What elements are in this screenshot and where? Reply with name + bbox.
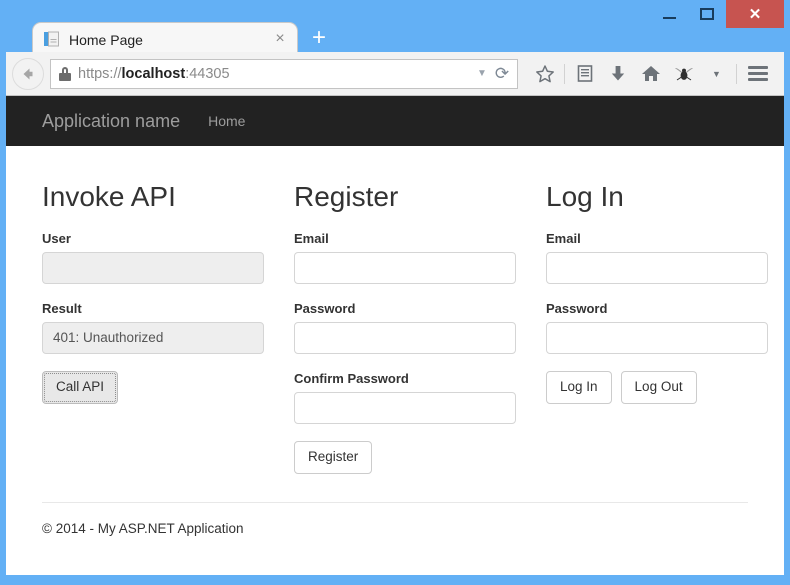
- url-bar[interactable]: https://localhost:44305 ▼ ⟳: [50, 58, 518, 89]
- tab-title: Home Page: [69, 31, 143, 48]
- new-tab-button[interactable]: +: [308, 26, 330, 50]
- toolbar-divider: [564, 63, 565, 84]
- label-register-email: Email: [294, 230, 329, 246]
- page-title-log-in: Log In: [546, 181, 624, 212]
- page-document-icon: [43, 31, 60, 48]
- browser-toolbar: https://localhost:44305 ▼ ⟳ ▼: [6, 52, 784, 96]
- downloads-icon[interactable]: [601, 59, 634, 89]
- window-controls: ✕: [650, 0, 784, 28]
- hamburger-menu-icon[interactable]: [740, 59, 776, 89]
- label-result: Result: [42, 300, 82, 316]
- bug-icon[interactable]: [667, 59, 700, 89]
- columns-row: Invoke API User Result 401: Unauthorized…: [42, 166, 768, 474]
- column-log-in: Log In Email Password Log In Log Out: [546, 166, 768, 474]
- column-invoke-api: Invoke API User Result 401: Unauthorized…: [42, 166, 264, 474]
- browser-window: Home Page × + ✕ https://localhost:44305 …: [0, 0, 790, 585]
- bookmark-star-icon[interactable]: [528, 59, 561, 89]
- reload-icon[interactable]: ⟳: [491, 64, 513, 84]
- page-container: Invoke API User Result 401: Unauthorized…: [6, 146, 784, 474]
- log-out-button[interactable]: Log Out: [620, 370, 697, 404]
- back-arrow-icon[interactable]: [12, 57, 44, 90]
- label-confirm-password: Confirm Password: [294, 370, 409, 386]
- copyright-text: © 2014 - My ASP.NET Application: [42, 520, 244, 536]
- login-email-field[interactable]: [546, 251, 768, 284]
- register-button[interactable]: Register: [294, 440, 373, 474]
- home-icon[interactable]: [634, 59, 667, 89]
- label-login-email: Email: [546, 230, 581, 246]
- toolbar-overflow-icon[interactable]: ▼: [700, 59, 733, 89]
- maximize-icon[interactable]: [688, 0, 726, 28]
- column-register: Register Email Password Confirm Password…: [294, 166, 516, 474]
- invoke-api-button-row: Call API: [42, 370, 264, 404]
- browser-tab[interactable]: Home Page ×: [32, 22, 298, 56]
- url-scheme: https://: [78, 65, 122, 82]
- call-api-button[interactable]: Call API: [42, 370, 119, 404]
- url-port: :44305: [185, 65, 230, 82]
- log-in-button[interactable]: Log In: [546, 370, 612, 404]
- minimize-icon[interactable]: [650, 0, 688, 28]
- register-password-field[interactable]: [294, 321, 516, 354]
- login-password-field[interactable]: [546, 321, 768, 354]
- toolbar-divider-2: [736, 63, 737, 84]
- result-input[interactable]: 401: Unauthorized: [42, 321, 264, 354]
- window-close-button[interactable]: ✕: [726, 0, 784, 28]
- page-footer: © 2014 - My ASP.NET Application: [42, 501, 748, 536]
- user-input[interactable]: [42, 251, 264, 284]
- page-title-register: Register: [294, 181, 399, 212]
- register-email-field[interactable]: [294, 251, 516, 284]
- page-title-invoke-api: Invoke API: [42, 181, 176, 212]
- url-text: https://localhost:44305: [78, 66, 473, 82]
- padlock-icon: [59, 66, 71, 81]
- titlebar: Home Page × + ✕: [6, 0, 784, 56]
- page-viewport: Application name Home Invoke API User Re…: [6, 96, 784, 575]
- label-login-password: Password: [546, 300, 608, 316]
- register-button-row: Register: [294, 440, 516, 474]
- label-user: User: [42, 230, 71, 246]
- sidebar-item-home[interactable]: Home: [208, 113, 245, 129]
- label-register-password: Password: [294, 300, 356, 316]
- chevron-down-icon[interactable]: ▼: [473, 68, 491, 79]
- login-button-row: Log In Log Out: [546, 370, 768, 404]
- reader-list-icon[interactable]: [568, 59, 601, 89]
- confirm-password-field[interactable]: [294, 391, 516, 424]
- url-host: localhost: [121, 65, 186, 82]
- site-navbar: Application name Home: [6, 96, 784, 146]
- close-icon[interactable]: ×: [271, 30, 289, 49]
- navbar-brand[interactable]: Application name: [42, 111, 180, 132]
